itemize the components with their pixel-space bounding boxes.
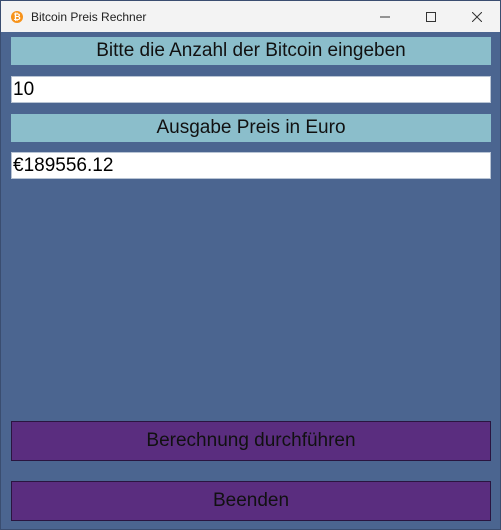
minimize-button[interactable] [362,1,408,32]
window-title: Bitcoin Preis Rechner [31,9,147,24]
calculate-button[interactable]: Berechnung durchführen [11,421,491,461]
bitcoin-amount-label: Bitte die Anzahl der Bitcoin eingeben [11,37,491,65]
close-button[interactable] [454,1,500,32]
euro-price-label: Ausgabe Preis in Euro [11,114,491,142]
bitcoin-amount-input[interactable] [11,76,491,103]
euro-price-output[interactable] [11,152,491,179]
maximize-icon [426,11,436,22]
title-bar[interactable]: ₿ Bitcoin Preis Rechner [1,1,500,32]
maximize-button[interactable] [408,1,454,32]
close-icon [472,11,482,22]
minimize-icon [380,16,390,17]
bitcoin-icon: ₿ [11,10,23,23]
quit-button[interactable]: Beenden [11,481,491,521]
window-controls [362,1,500,32]
app-window: ₿ Bitcoin Preis Rechner Bitte die Anzahl [0,0,501,530]
